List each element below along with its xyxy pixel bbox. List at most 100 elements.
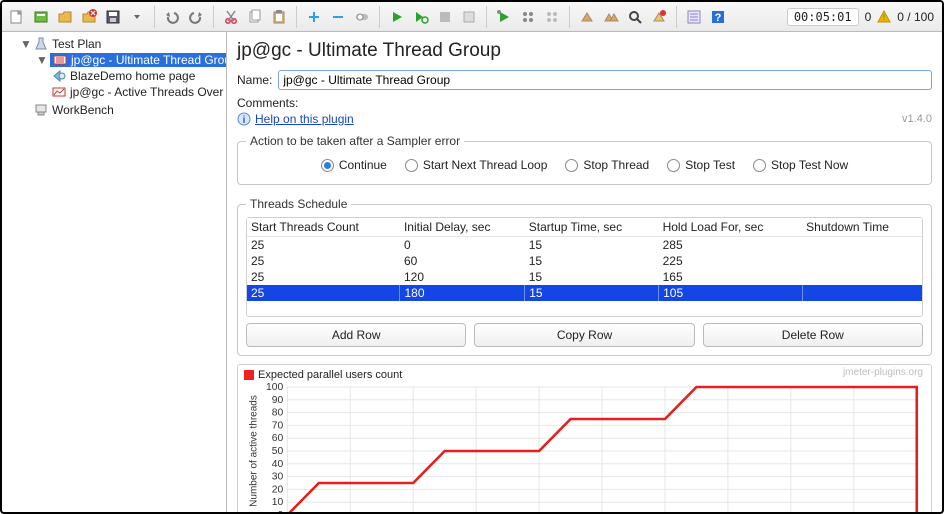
cut-icon[interactable]	[220, 6, 242, 28]
svg-text:60: 60	[272, 433, 284, 444]
table-row[interactable]: 2518015105	[247, 285, 922, 301]
table-cell[interactable]: 180	[400, 285, 525, 301]
save-as-dropdown-icon[interactable]	[126, 6, 148, 28]
remote-start-all-icon[interactable]	[517, 6, 539, 28]
chart-panel: jmeter-plugins.org Expected parallel use…	[237, 364, 932, 512]
disclosure-icon[interactable]: ▼	[36, 53, 46, 67]
table-cell[interactable]	[802, 269, 922, 285]
function-helper-icon[interactable]	[683, 6, 705, 28]
radio-stop-thread[interactable]: Stop Thread	[565, 158, 649, 172]
table-cell[interactable]	[802, 285, 922, 301]
table-cell[interactable]: 0	[400, 237, 525, 254]
table-cell[interactable]: 60	[400, 253, 525, 269]
add-row-button[interactable]: Add Row	[246, 323, 466, 347]
name-input[interactable]	[278, 70, 932, 90]
beaker-icon	[34, 37, 48, 51]
help-icon[interactable]: ?	[707, 6, 729, 28]
radio-continue[interactable]: Continue	[321, 158, 387, 172]
clear-all-icon[interactable]	[600, 6, 622, 28]
radio-label: Start Next Thread Loop	[423, 158, 548, 172]
toggle-icon[interactable]	[351, 6, 373, 28]
stop-icon[interactable]	[434, 6, 456, 28]
copy-row-button[interactable]: Copy Row	[474, 323, 694, 347]
radio-stop-test[interactable]: Stop Test	[667, 158, 735, 172]
radio-label: Stop Test Now	[771, 158, 848, 172]
table-cell[interactable]	[802, 253, 922, 269]
warning-icon[interactable]	[877, 10, 891, 24]
table-cell[interactable]: 15	[525, 237, 659, 254]
paste-icon[interactable]	[268, 6, 290, 28]
disclosure-icon[interactable]: ▼	[20, 37, 30, 51]
help-link[interactable]: Help on this plugin	[255, 112, 354, 126]
table-cell[interactable]: 105	[659, 285, 803, 301]
table-cell[interactable]: 120	[400, 269, 525, 285]
table-row[interactable]: 25015285	[247, 237, 922, 254]
col-header[interactable]: Start Threads Count	[247, 218, 400, 237]
thread-group-icon	[53, 53, 67, 67]
chart-footer: jmeter-plugins.org	[843, 367, 923, 378]
shutdown-icon[interactable]	[458, 6, 480, 28]
delete-row-button[interactable]: Delete Row	[703, 323, 923, 347]
radio-dot-icon	[405, 159, 418, 172]
save-icon[interactable]	[102, 6, 124, 28]
new-icon[interactable]	[6, 6, 28, 28]
search-icon[interactable]	[624, 6, 646, 28]
open-icon[interactable]	[54, 6, 76, 28]
start-icon[interactable]	[386, 6, 408, 28]
svg-text:90: 90	[272, 395, 284, 406]
table-cell[interactable]: 165	[659, 269, 803, 285]
schedule-table[interactable]: Start Threads CountInitial Delay, secSta…	[247, 218, 922, 301]
col-header[interactable]: Startup Time, sec	[525, 218, 659, 237]
svg-text:100: 100	[266, 383, 284, 393]
svg-text:Number of active threads: Number of active threads	[248, 395, 259, 507]
tree-blazedemo[interactable]: BlazeDemo home page	[2, 68, 226, 84]
table-cell[interactable]: 15	[525, 253, 659, 269]
templates-icon[interactable]	[30, 6, 52, 28]
copy-icon[interactable]	[244, 6, 266, 28]
listener-icon	[52, 85, 66, 99]
col-header[interactable]: Shutdown Time	[802, 218, 922, 237]
tree-active-threads[interactable]: jp@gc - Active Threads Over Time	[2, 84, 226, 100]
tree-label: Test Plan	[52, 37, 101, 51]
radio-start-next-thread-loop[interactable]: Start Next Thread Loop	[405, 158, 548, 172]
tree-ultimate-thread-group[interactable]: ▼ jp@gc - Ultimate Thread Group	[2, 52, 226, 68]
table-cell[interactable]: 225	[659, 253, 803, 269]
table-cell[interactable]: 15	[525, 285, 659, 301]
sampler-error-action: Action to be taken after a Sampler error…	[237, 134, 932, 185]
test-tree[interactable]: ▼ Test Plan ▼ jp@gc - Ultimate Thread Gr…	[2, 32, 227, 512]
start-no-timers-icon[interactable]	[410, 6, 432, 28]
table-cell[interactable]: 25	[247, 237, 400, 254]
radio-dot-icon	[753, 159, 766, 172]
table-cell[interactable]: 285	[659, 237, 803, 254]
info-icon: i	[237, 112, 251, 126]
table-row[interactable]: 2512015165	[247, 269, 922, 285]
table-cell[interactable]	[802, 237, 922, 254]
expand-icon[interactable]	[303, 6, 325, 28]
remote-start-icon[interactable]	[493, 6, 515, 28]
comments-label: Comments:	[237, 96, 932, 110]
svg-text:80: 80	[272, 408, 284, 419]
table-cell[interactable]: 25	[247, 253, 400, 269]
reset-search-icon[interactable]	[648, 6, 670, 28]
clear-icon[interactable]	[576, 6, 598, 28]
collapse-icon[interactable]	[327, 6, 349, 28]
undo-icon[interactable]	[161, 6, 183, 28]
table-cell[interactable]: 25	[247, 285, 400, 301]
radio-stop-test-now[interactable]: Stop Test Now	[753, 158, 848, 172]
close-icon[interactable]	[78, 6, 100, 28]
tree-workbench[interactable]: ▼ WorkBench	[2, 102, 226, 118]
threads-chart: 010203040506070809010000:00:0000:00:3000…	[244, 383, 925, 512]
redo-icon[interactable]	[185, 6, 207, 28]
schedule-legend: Threads Schedule	[246, 197, 351, 211]
main-toolbar: ? 00:05:01 0 0 / 100	[2, 2, 942, 32]
col-header[interactable]: Hold Load For, sec	[659, 218, 803, 237]
tree-test-plan[interactable]: ▼ Test Plan	[2, 36, 226, 52]
chart-legend: Expected parallel users count	[244, 369, 925, 381]
table-cell[interactable]: 25	[247, 269, 400, 285]
remote-stop-icon[interactable]	[541, 6, 563, 28]
table-cell[interactable]: 15	[525, 269, 659, 285]
col-header[interactable]: Initial Delay, sec	[400, 218, 525, 237]
table-row[interactable]: 256015225	[247, 253, 922, 269]
legend-swatch	[244, 370, 254, 380]
radio-dot-icon	[667, 159, 680, 172]
